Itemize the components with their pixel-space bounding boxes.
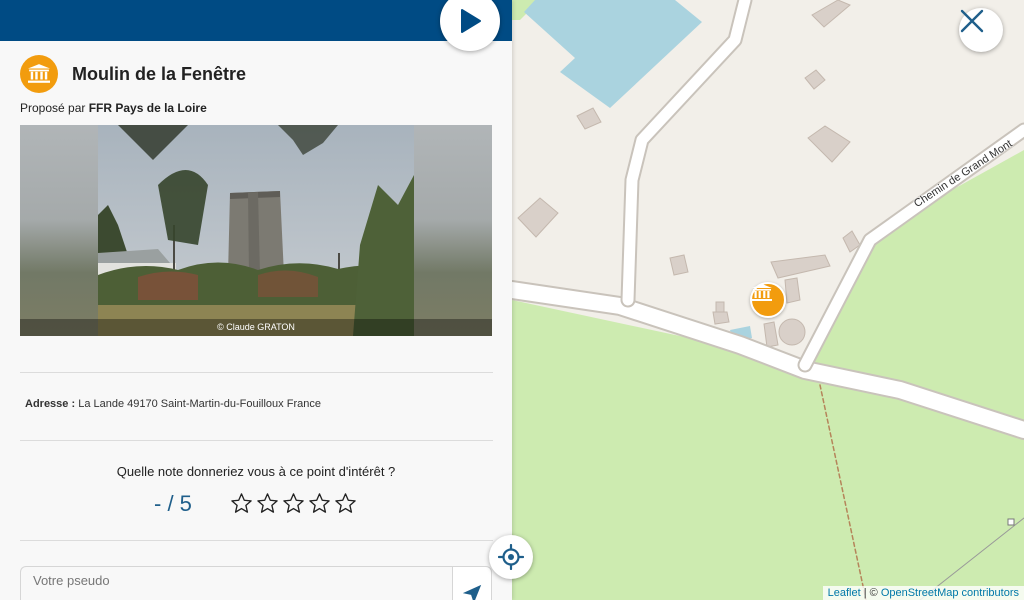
poi-photo[interactable]: © Claude GRATON [20, 125, 492, 336]
proposer-name: FFR Pays de la Loire [88, 101, 207, 115]
poi-title: Moulin de la Fenêtre [72, 64, 247, 84]
osm-link[interactable]: OpenStreetMap contributors [881, 587, 1019, 599]
rating-score: - / 5 [154, 491, 192, 516]
poi-address: Adresse : La Lande 49170 Saint-Martin-du… [25, 398, 321, 410]
poi-detail-panel: Moulin de la Fenêtre Proposé par FFR Pay… [0, 0, 512, 600]
photo-credit: © Claude GRATON [20, 319, 492, 336]
divider [20, 440, 493, 441]
divider [20, 540, 493, 541]
star-icon[interactable] [230, 492, 253, 515]
photo-blur-left [20, 125, 98, 336]
map-attribution: Leaflet | © OpenStreetMap contributors [822, 586, 1024, 600]
museum-icon [28, 64, 50, 83]
photo-blur-right [414, 125, 492, 336]
play-button[interactable] [440, 0, 500, 51]
rating-stars [230, 492, 357, 515]
play-icon [461, 9, 481, 33]
star-icon[interactable] [256, 492, 279, 515]
star-icon[interactable] [334, 492, 357, 515]
proposed-prefix: Proposé par [20, 101, 86, 115]
close-button[interactable] [959, 8, 1003, 52]
send-button[interactable] [452, 566, 492, 600]
museum-icon [752, 284, 772, 301]
star-icon[interactable] [282, 492, 305, 515]
crosshair-icon [498, 544, 524, 570]
pseudo-input[interactable] [20, 566, 452, 600]
proposed-by: Proposé par FFR Pays de la Loire [20, 101, 207, 115]
address-label: Adresse : [25, 398, 76, 410]
locate-me-button[interactable] [489, 535, 533, 579]
star-icon[interactable] [308, 492, 331, 515]
leaflet-link[interactable]: Leaflet [828, 587, 861, 599]
divider [20, 372, 493, 373]
address-value: La Lande 49170 Saint-Martin-du-Fouilloux… [78, 398, 321, 410]
close-icon [960, 9, 984, 33]
rating-question: Quelle note donneriez vous à ce point d'… [116, 464, 396, 479]
poi-category-badge [20, 55, 58, 93]
attribution-separator: | © [860, 587, 881, 599]
panel-header [0, 0, 512, 41]
send-icon [462, 584, 482, 600]
windmill-photo [98, 125, 414, 336]
poi-marker[interactable] [750, 282, 786, 318]
